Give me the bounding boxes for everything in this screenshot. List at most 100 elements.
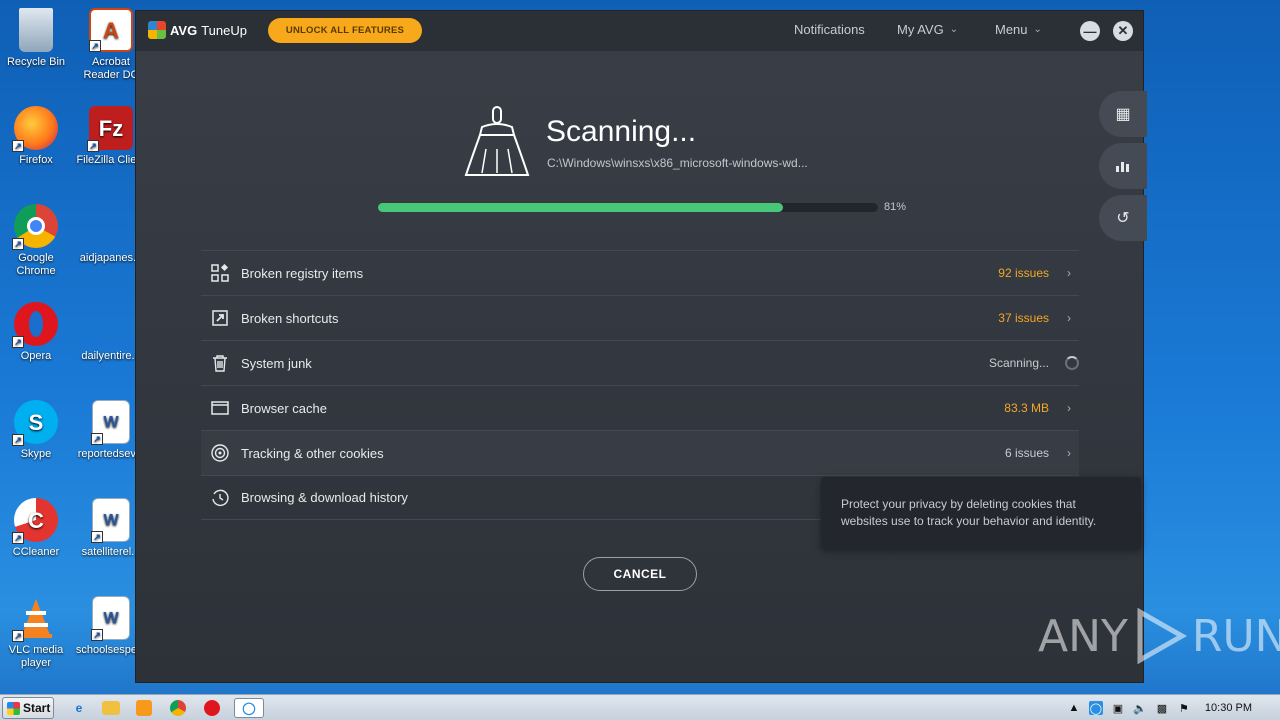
rescue-center-button[interactable]: ↺ bbox=[1099, 195, 1147, 241]
target-icon bbox=[210, 443, 230, 463]
trash-icon bbox=[210, 353, 230, 373]
clock[interactable]: 10:30 PM bbox=[1205, 702, 1252, 714]
chevron-down-icon: ⌄ bbox=[1033, 24, 1042, 35]
close-button[interactable]: ✕ bbox=[1113, 21, 1133, 41]
avg-logo-icon bbox=[148, 21, 166, 39]
notifications-label: Notifications bbox=[794, 22, 865, 37]
taskbar-media-player-icon[interactable] bbox=[136, 700, 152, 716]
anyrun-watermark: ANY RUN bbox=[1038, 608, 1280, 664]
cookies-tooltip: Protect your privacy by deleting cookies… bbox=[821, 477, 1141, 549]
scan-progress-percent: 81% bbox=[884, 201, 907, 213]
result-label: Broken registry items bbox=[241, 265, 364, 281]
watermark-right-text: RUN bbox=[1191, 610, 1280, 662]
notifications-link[interactable]: Notifications bbox=[794, 22, 865, 37]
avg-tuneup-window: AVG TuneUp UNLOCK ALL FEATURES Notificat… bbox=[136, 11, 1147, 682]
my-avg-menu[interactable]: My AVG ⌄ bbox=[897, 22, 958, 37]
taskbar-avg-tuneup-icon[interactable]: ◯ bbox=[234, 698, 264, 718]
network-icon[interactable]: ▩ bbox=[1155, 701, 1169, 715]
result-label: Browsing & download history bbox=[241, 490, 408, 505]
shortcut-icon bbox=[210, 308, 230, 328]
result-status: 83.3 MB bbox=[1004, 401, 1049, 415]
chrome-icon: ↗ bbox=[12, 204, 58, 250]
scan-title: Scanning... bbox=[546, 115, 697, 148]
word-doc-icon: W ↗ bbox=[91, 498, 130, 543]
cancel-button[interactable]: CANCEL bbox=[583, 557, 697, 591]
flag-icon[interactable]: ⚑ bbox=[1177, 701, 1191, 715]
result-status: 37 issues bbox=[998, 311, 1049, 325]
firefox-icon: ↗ bbox=[12, 106, 58, 152]
result-label: System junk bbox=[241, 355, 312, 371]
blank-file-icon bbox=[89, 302, 133, 346]
taskbar-chrome-icon[interactable] bbox=[170, 700, 186, 716]
minimize-button[interactable]: — bbox=[1080, 21, 1100, 41]
scan-progress-bar bbox=[378, 203, 878, 212]
chevron-right-icon: › bbox=[1067, 446, 1071, 460]
title-bar: AVG TuneUp UNLOCK ALL FEATURES Notificat… bbox=[136, 11, 1143, 51]
my-avg-label: My AVG bbox=[897, 22, 944, 37]
desktop-icon-opera[interactable]: ↗ Opera bbox=[0, 302, 74, 363]
chevron-down-icon: ⌄ bbox=[949, 24, 959, 35]
menu-label: Menu bbox=[995, 22, 1028, 37]
spinner-icon bbox=[1065, 356, 1079, 370]
grid-icon: ▦ bbox=[1115, 106, 1131, 123]
scan-progress-fill bbox=[378, 203, 783, 212]
recycle-bin-icon bbox=[19, 8, 53, 52]
taskbar-ie-icon[interactable]: e bbox=[68, 698, 90, 718]
play-logo-icon bbox=[1137, 608, 1187, 664]
result-status: Scanning... bbox=[988, 356, 1049, 370]
blank-file-icon bbox=[89, 204, 133, 248]
product-name: TuneUp bbox=[201, 22, 247, 38]
show-hidden-icons-icon[interactable]: ▲ bbox=[1067, 701, 1081, 715]
result-row-browser-cache[interactable]: Browser cache 83.3 MB › bbox=[201, 385, 1079, 430]
result-label: Tracking & other cookies bbox=[241, 445, 384, 461]
volume-icon[interactable]: 🔈 bbox=[1133, 701, 1147, 715]
watermark-left-text: ANY bbox=[1038, 610, 1128, 662]
system-tray: ▲ ◯ ▣ 🔈 ▩ ⚑ 10:30 PM bbox=[1067, 695, 1280, 720]
opera-icon: ↗ bbox=[12, 302, 58, 348]
monitor-icon[interactable]: ▣ bbox=[1111, 701, 1125, 715]
result-row-system-junk[interactable]: System junk Scanning... bbox=[201, 340, 1079, 385]
chevron-right-icon: › bbox=[1067, 266, 1071, 280]
result-label: Broken shortcuts bbox=[241, 310, 339, 326]
word-doc-icon: W ↗ bbox=[91, 400, 130, 445]
result-row-tracking-cookies[interactable]: Tracking & other cookies 6 issues › bbox=[201, 430, 1079, 475]
brand-name: AVG bbox=[170, 22, 198, 38]
main-menu[interactable]: Menu ⌄ bbox=[995, 22, 1042, 37]
skype-icon: S ↗ bbox=[12, 400, 58, 446]
app-logo: AVG TuneUp bbox=[148, 21, 247, 39]
browser-window-icon bbox=[210, 398, 230, 418]
result-label: Browser cache bbox=[241, 400, 327, 416]
history-icon bbox=[210, 488, 230, 508]
bar-chart-icon bbox=[1116, 162, 1129, 172]
result-row-broken-registry[interactable]: Broken registry items 92 issues › bbox=[201, 250, 1079, 295]
broom-icon bbox=[464, 106, 530, 176]
reports-button[interactable] bbox=[1099, 143, 1147, 189]
chevron-right-icon: › bbox=[1067, 401, 1071, 415]
vlc-icon: ↗ bbox=[12, 596, 58, 642]
desktop-icon-vlc[interactable]: ↗ VLC media player bbox=[0, 596, 74, 670]
avg-tray-icon[interactable]: ◯ bbox=[1088, 701, 1103, 715]
windows-logo-icon bbox=[7, 701, 20, 715]
word-doc-icon: W ↗ bbox=[91, 596, 130, 641]
desktop-icon-recycle-bin[interactable]: Recycle Bin bbox=[0, 8, 74, 69]
unlock-all-features-button[interactable]: UNLOCK ALL FEATURES bbox=[268, 18, 422, 43]
taskbar-explorer-icon[interactable] bbox=[102, 701, 120, 715]
result-row-broken-shortcuts[interactable]: Broken shortcuts 37 issues › bbox=[201, 295, 1079, 340]
undo-icon: ↺ bbox=[1116, 210, 1130, 227]
desktop-icon-chrome[interactable]: ↗ Google Chrome bbox=[0, 204, 74, 278]
desktop-icon-firefox[interactable]: ↗ Firefox bbox=[0, 106, 74, 167]
taskbar: Start e ◯ ▲ ◯ ▣ 🔈 ▩ ⚑ 10:30 PM bbox=[0, 694, 1280, 720]
desktop-icon-ccleaner[interactable]: C ↗ CCleaner bbox=[0, 498, 74, 559]
result-status: 92 issues bbox=[998, 266, 1049, 280]
result-status: 6 issues bbox=[1004, 446, 1049, 460]
apps-grid-button[interactable]: ▦ bbox=[1099, 91, 1147, 137]
scan-current-path: C:\Windows\winsxs\x86_microsoft-windows-… bbox=[547, 156, 808, 170]
registry-icon bbox=[210, 263, 230, 283]
ccleaner-icon: C ↗ bbox=[12, 498, 58, 544]
filezilla-icon: Fz ↗ bbox=[87, 106, 133, 152]
start-label: Start bbox=[23, 701, 51, 715]
taskbar-opera-icon[interactable] bbox=[204, 700, 220, 716]
start-button[interactable]: Start bbox=[2, 697, 54, 719]
chevron-right-icon: › bbox=[1067, 311, 1071, 325]
desktop-icon-skype[interactable]: S ↗ Skype bbox=[0, 400, 74, 461]
